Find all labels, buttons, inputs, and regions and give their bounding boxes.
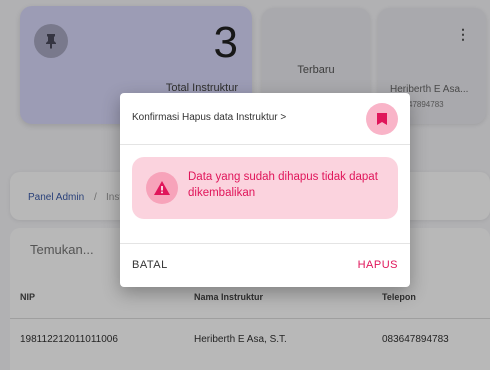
delete-button[interactable]: HAPUS <box>358 259 398 271</box>
dialog-header: Konfirmasi Hapus data Instruktur > <box>120 93 410 145</box>
cancel-button[interactable]: BATAL <box>132 259 168 271</box>
alert-message: Data yang sudah dihapus tidak dapat dike… <box>188 171 378 199</box>
dialog-footer: BATAL HAPUS <box>120 243 410 287</box>
warning-alert: Data yang sudah dihapus tidak dapat dike… <box>132 157 398 219</box>
warning-icon <box>146 172 178 204</box>
delete-confirm-dialog: Konfirmasi Hapus data Instruktur > Data … <box>120 93 410 287</box>
dialog-title: Konfirmasi Hapus data Instruktur > <box>132 112 287 123</box>
bookmark-icon <box>366 103 398 135</box>
